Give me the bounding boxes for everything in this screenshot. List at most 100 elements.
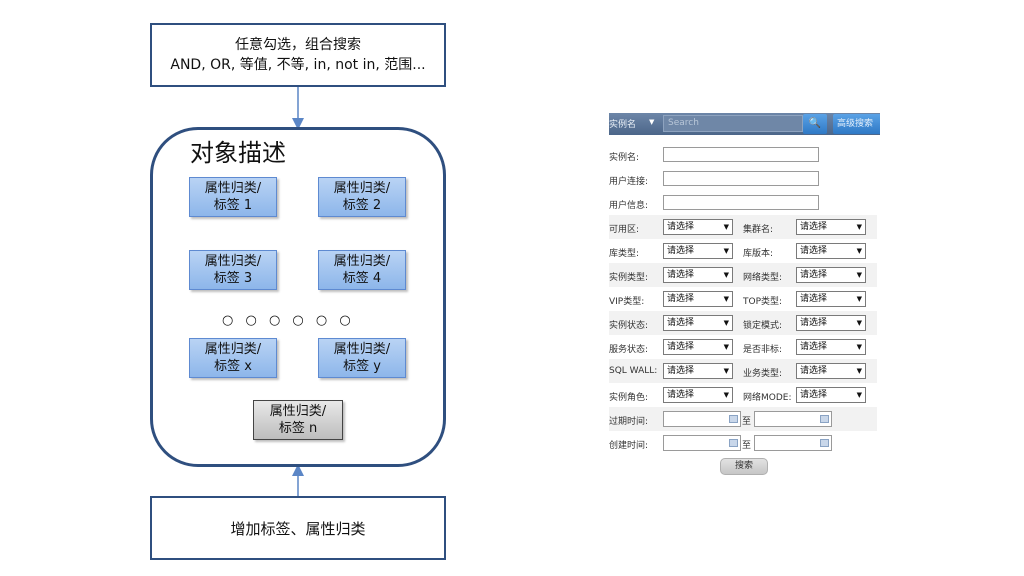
- field-label: 创建时间:: [609, 441, 649, 451]
- field-label: 集群名:: [743, 225, 774, 235]
- field-label: 库版本:: [743, 249, 774, 259]
- search-bar: 实例名 ▼ Search 🔍 高级搜索: [609, 113, 880, 135]
- select-value: 请选择: [667, 390, 695, 400]
- advanced-search-button[interactable]: 高级搜索: [833, 114, 880, 134]
- tag-line1: 属性归类/: [204, 181, 262, 196]
- chevron-down-icon: ▼: [723, 247, 729, 255]
- db-version-select[interactable]: 请选择 ▼: [796, 243, 866, 259]
- form-row: 库类型: 请选择 ▼ 库版本: 请选择 ▼: [609, 239, 877, 263]
- chevron-down-icon: ▼: [723, 295, 729, 303]
- form-row: 服务状态: 请选择 ▼ 是否非标: 请选择 ▼: [609, 335, 877, 359]
- field-label: 实例名:: [609, 153, 640, 163]
- network-mode-select[interactable]: 请选择 ▼: [796, 387, 866, 403]
- search-form-screenshot: 实例名 ▼ Search 🔍 高级搜索 实例名: 用户连接: 用户信息: 可用区…: [609, 113, 880, 475]
- field-label: 网络类型:: [743, 273, 783, 283]
- field-label: 过期时间:: [609, 417, 649, 427]
- tag-line2: 标签 x: [214, 359, 252, 374]
- create-end-date[interactable]: [754, 435, 832, 451]
- tag-box-1: 属性归类/ 标签 1: [189, 177, 277, 217]
- select-value: 请选择: [667, 246, 695, 256]
- select-value: 请选择: [800, 246, 828, 256]
- tag-line1: 属性归类/: [333, 181, 391, 196]
- field-label: 实例状态:: [609, 321, 649, 331]
- select-value: 请选择: [667, 270, 695, 280]
- expire-end-date[interactable]: [754, 411, 832, 427]
- field-label: TOP类型:: [743, 297, 783, 307]
- lock-mode-select[interactable]: 请选择 ▼: [796, 315, 866, 331]
- search-input[interactable]: Search: [663, 115, 803, 132]
- vip-type-select[interactable]: 请选择 ▼: [663, 291, 733, 307]
- instance-type-select[interactable]: 请选择 ▼: [663, 267, 733, 283]
- select-value: 请选择: [800, 318, 828, 328]
- chevron-down-icon[interactable]: ▼: [649, 118, 654, 126]
- form-row: 用户信息:: [609, 191, 877, 215]
- tag-line1: 属性归类/: [269, 404, 327, 419]
- db-type-select[interactable]: 请选择 ▼: [663, 243, 733, 259]
- tag-line1: 属性归类/: [204, 254, 262, 269]
- non-standard-select[interactable]: 请选择 ▼: [796, 339, 866, 355]
- top-type-select[interactable]: 请选择 ▼: [796, 291, 866, 307]
- service-status-select[interactable]: 请选择 ▼: [663, 339, 733, 355]
- network-type-select[interactable]: 请选择 ▼: [796, 267, 866, 283]
- form-row: 实例名:: [609, 143, 877, 167]
- instance-dropdown-label[interactable]: 实例名: [609, 117, 636, 130]
- tag-box-n: 属性归类/ 标签 n: [253, 400, 343, 440]
- search-button[interactable]: 搜索: [720, 458, 768, 475]
- field-label: 是否非标:: [743, 345, 783, 355]
- chevron-down-icon: ▼: [723, 223, 729, 231]
- calendar-icon[interactable]: [820, 415, 829, 423]
- add-tag-box: 增加标签、属性归类: [150, 496, 446, 560]
- field-label: 服务状态:: [609, 345, 649, 355]
- field-label: SQL WALL:: [609, 366, 658, 376]
- field-label: 库类型:: [609, 249, 640, 259]
- calendar-icon[interactable]: [729, 439, 738, 447]
- tag-line1: 属性归类/: [333, 342, 391, 357]
- form-row: 可用区: 请选择 ▼ 集群名: 请选择 ▼: [609, 215, 877, 239]
- select-value: 请选择: [667, 222, 695, 232]
- field-label: 用户连接:: [609, 177, 649, 187]
- date-range-separator: 至: [742, 417, 752, 427]
- zone-select[interactable]: 请选择 ▼: [663, 219, 733, 235]
- chevron-down-icon: ▼: [856, 223, 862, 231]
- form-row: 创建时间: 至: [609, 431, 877, 455]
- chevron-down-icon: ▼: [856, 247, 862, 255]
- tag-box-y: 属性归类/ 标签 y: [318, 338, 406, 378]
- create-start-date[interactable]: [663, 435, 741, 451]
- sql-wall-select[interactable]: 请选择 ▼: [663, 363, 733, 379]
- cluster-select[interactable]: 请选择 ▼: [796, 219, 866, 235]
- select-value: 请选择: [667, 342, 695, 352]
- chevron-down-icon: ▼: [723, 319, 729, 327]
- chevron-down-icon: ▼: [856, 319, 862, 327]
- instance-role-select[interactable]: 请选择 ▼: [663, 387, 733, 403]
- tag-line1: 属性归类/: [333, 254, 391, 269]
- search-icon[interactable]: 🔍: [803, 114, 827, 134]
- chevron-down-icon: ▼: [723, 391, 729, 399]
- field-label: 业务类型:: [743, 369, 783, 379]
- select-value: 请选择: [667, 294, 695, 304]
- select-value: 请选择: [800, 222, 828, 232]
- form-row: VIP类型: 请选择 ▼ TOP类型: 请选择 ▼: [609, 287, 877, 311]
- select-value: 请选择: [667, 366, 695, 376]
- instance-name-input[interactable]: [663, 147, 819, 162]
- chevron-down-icon: ▼: [723, 343, 729, 351]
- instance-status-select[interactable]: 请选择 ▼: [663, 315, 733, 331]
- chevron-down-icon: ▼: [723, 271, 729, 279]
- field-label: 实例类型:: [609, 273, 649, 283]
- calendar-icon[interactable]: [729, 415, 738, 423]
- field-label: 用户信息:: [609, 201, 649, 211]
- chevron-down-icon: ▼: [856, 391, 862, 399]
- date-range-separator: 至: [742, 441, 752, 451]
- select-value: 请选择: [800, 270, 828, 280]
- top-box-line1: 任意勾选，组合搜索: [235, 37, 361, 53]
- tag-line2: 标签 3: [213, 271, 253, 286]
- tag-box-4: 属性归类/ 标签 4: [318, 250, 406, 290]
- expire-start-date[interactable]: [663, 411, 741, 427]
- user-connection-input[interactable]: [663, 171, 819, 186]
- user-info-input[interactable]: [663, 195, 819, 210]
- form-row: 用户连接:: [609, 167, 877, 191]
- calendar-icon[interactable]: [820, 439, 829, 447]
- form-row: 实例状态: 请选择 ▼ 锁定模式: 请选择 ▼: [609, 311, 877, 335]
- chevron-down-icon: ▼: [856, 295, 862, 303]
- form-row: 过期时间: 至: [609, 407, 877, 431]
- business-type-select[interactable]: 请选择 ▼: [796, 363, 866, 379]
